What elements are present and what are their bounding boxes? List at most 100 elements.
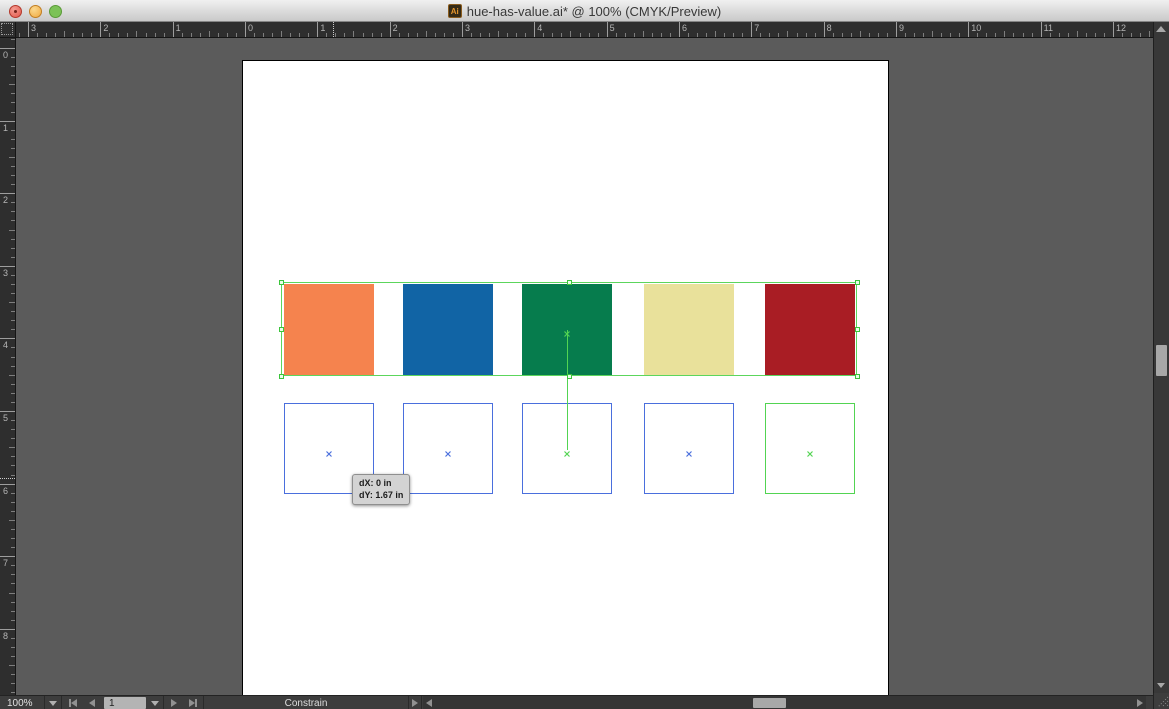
ruler-tick xyxy=(11,347,15,348)
selection-handle[interactable] xyxy=(855,280,860,285)
ruler-tick xyxy=(444,33,445,37)
ruler-tick xyxy=(11,547,15,548)
ruler-tick xyxy=(390,22,391,37)
ruler-tick xyxy=(11,166,15,167)
ruler-tick xyxy=(182,33,183,37)
ruler-tick xyxy=(28,22,29,37)
chevron-down-icon xyxy=(49,701,57,706)
horizontal-scrollbar[interactable] xyxy=(423,695,1146,709)
scroll-right-arrow[interactable] xyxy=(1137,699,1143,707)
ruler-tick xyxy=(616,33,617,37)
tooltip-dy: dY: 1.67 in xyxy=(359,489,403,501)
ruler-tick xyxy=(11,565,15,566)
last-page-button[interactable] xyxy=(184,696,202,709)
window-resize-grip[interactable] xyxy=(1153,693,1169,709)
status-menu-button[interactable] xyxy=(408,696,422,709)
scroll-down-arrow[interactable] xyxy=(1157,683,1165,688)
triangle-right-icon xyxy=(412,699,418,707)
ruler-label: 12 xyxy=(1116,23,1126,33)
center-point-marker xyxy=(563,325,571,343)
ruler-tick xyxy=(326,33,327,37)
ruler-tick xyxy=(968,22,969,37)
ruler-tick xyxy=(9,230,15,231)
ruler-tick xyxy=(11,692,15,693)
ruler-label: 1 xyxy=(320,23,325,33)
ruler-label: 3 xyxy=(3,269,8,278)
selection-handle[interactable] xyxy=(279,327,284,332)
ruler-tick xyxy=(11,275,15,276)
ruler-tick xyxy=(1068,33,1069,37)
ruler-tick xyxy=(11,329,15,330)
ruler-tick xyxy=(1149,31,1150,37)
ruler-tick xyxy=(842,33,843,37)
ruler-tick xyxy=(426,31,427,37)
ruler-tick xyxy=(634,33,635,37)
document-canvas[interactable] xyxy=(16,38,1153,695)
vertical-ruler[interactable]: 012345678 xyxy=(0,38,16,695)
ruler-tick xyxy=(11,102,15,103)
zoom-dropdown-button[interactable] xyxy=(44,696,62,709)
vertical-scrollbar[interactable] xyxy=(1153,22,1169,693)
ruler-tick xyxy=(11,175,15,176)
ruler-tick xyxy=(435,33,436,37)
ruler-tick xyxy=(869,33,870,37)
ruler-tick xyxy=(55,33,56,37)
center-point-marker xyxy=(325,445,333,463)
ruler-tick xyxy=(290,33,291,37)
ruler-tick xyxy=(11,57,15,58)
ruler-tick xyxy=(1023,33,1024,37)
ruler-tick xyxy=(498,31,499,37)
title-bar: Ai hue-has-value.ai* @ 100% (CMYK/Previe… xyxy=(0,0,1169,22)
selection-handle[interactable] xyxy=(279,374,284,379)
ruler-tick xyxy=(11,75,15,76)
ruler-tick xyxy=(0,629,15,630)
center-point-marker xyxy=(806,445,814,463)
ruler-tick xyxy=(11,112,15,113)
ruler-label: 4 xyxy=(3,341,8,350)
ruler-label: 6 xyxy=(682,23,687,33)
ruler-tick xyxy=(11,311,15,312)
ruler-tick xyxy=(11,211,15,212)
triangle-left-icon xyxy=(71,699,77,707)
page-dropdown-button[interactable] xyxy=(147,696,164,709)
ruler-tick xyxy=(742,33,743,37)
ruler-tick xyxy=(11,393,15,394)
window-title-wrap: Ai hue-has-value.ai* @ 100% (CMYK/Previe… xyxy=(0,0,1169,22)
selection-handle[interactable] xyxy=(567,374,572,379)
ruler-label: 2 xyxy=(393,23,398,33)
scroll-left-arrow[interactable] xyxy=(426,699,432,707)
ruler-tick xyxy=(118,33,119,37)
horizontal-ruler[interactable]: 3210123456789101112 xyxy=(16,22,1153,38)
horizontal-scroll-thumb[interactable] xyxy=(753,698,786,708)
ruler-tick xyxy=(11,39,15,40)
status-display[interactable]: Constrain xyxy=(203,696,408,709)
ruler-tick xyxy=(9,375,15,376)
ruler-tick xyxy=(706,33,707,37)
previous-page-button[interactable] xyxy=(83,696,101,709)
selection-handle[interactable] xyxy=(279,280,284,285)
ruler-origin-box[interactable] xyxy=(0,22,16,38)
ruler-tick xyxy=(797,33,798,37)
selection-handle[interactable] xyxy=(567,280,572,285)
first-page-button[interactable] xyxy=(64,696,82,709)
zoom-level-display[interactable]: 100% xyxy=(0,696,44,709)
ruler-tick xyxy=(91,33,92,37)
next-page-button[interactable] xyxy=(165,696,183,709)
ruler-label: 4 xyxy=(537,23,542,33)
ruler-tick xyxy=(534,22,535,37)
page-number-field[interactable]: 1 xyxy=(104,697,146,709)
ruler-tick xyxy=(1050,33,1051,37)
selection-handle[interactable] xyxy=(855,327,860,332)
ruler-label: 1 xyxy=(176,23,181,33)
ruler-tick xyxy=(155,33,156,37)
ruler-tick xyxy=(9,520,15,521)
vertical-scroll-thumb[interactable] xyxy=(1156,345,1167,376)
ruler-tick xyxy=(778,33,779,37)
ruler-label: 6 xyxy=(3,487,8,496)
scroll-up-arrow[interactable] xyxy=(1156,26,1166,32)
selection-handle[interactable] xyxy=(855,374,860,379)
ruler-tick xyxy=(1131,33,1132,37)
ruler-tick xyxy=(570,31,571,37)
ruler-tick xyxy=(11,656,15,657)
ruler-tick xyxy=(787,31,788,37)
